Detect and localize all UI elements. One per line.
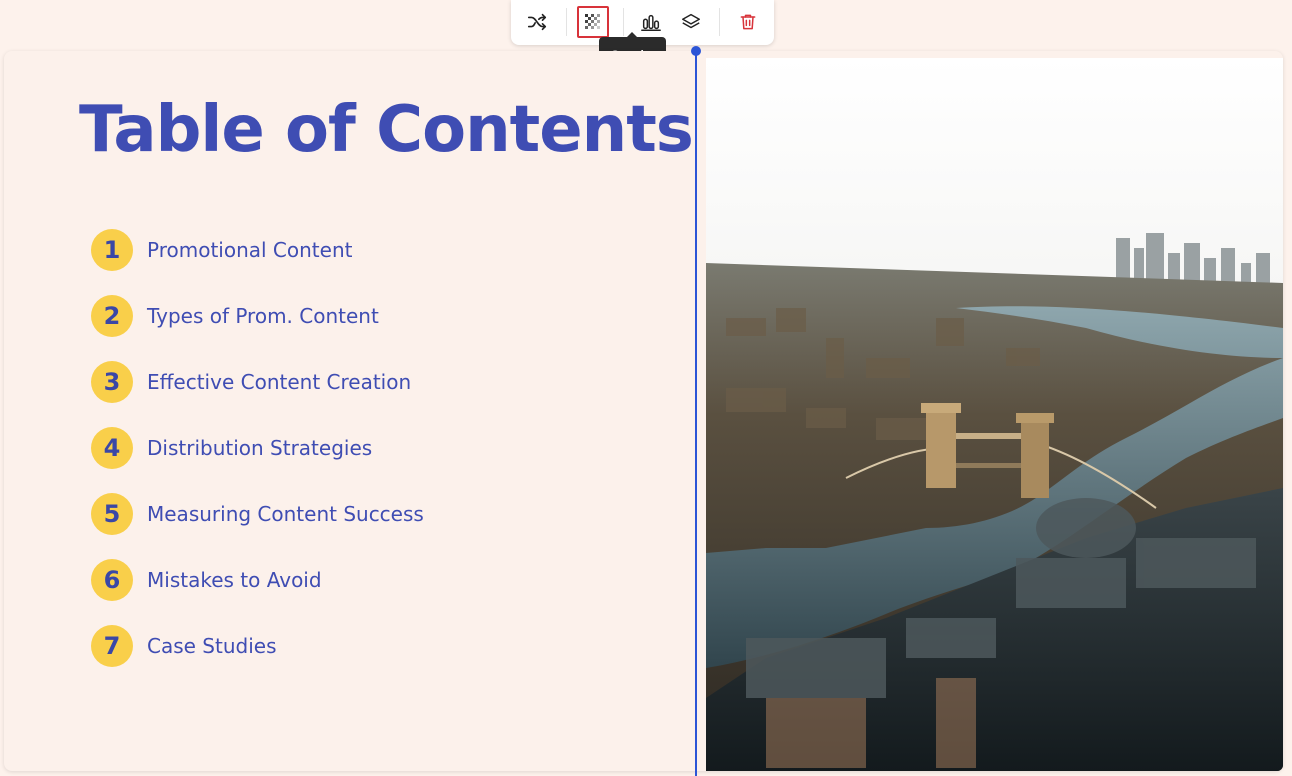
toc-number-badge: 1 — [91, 229, 133, 271]
selection-guide-line[interactable] — [695, 51, 697, 776]
toc-number-badge: 2 — [91, 295, 133, 337]
toolbar-separator — [566, 8, 567, 36]
toc-item-label: Promotional Content — [147, 238, 353, 262]
toc-number-badge: 4 — [91, 427, 133, 469]
toc-item-label: Case Studies — [147, 634, 277, 658]
toc-item-label: Distribution Strategies — [147, 436, 373, 460]
toc-item-label: Effective Content Creation — [147, 370, 412, 394]
align-bottom-icon — [641, 14, 661, 31]
guide-handle[interactable] — [691, 46, 701, 56]
opacity-icon — [585, 14, 600, 29]
toc-item[interactable]: 5 Measuring Content Success — [91, 493, 424, 535]
delete-button[interactable] — [732, 6, 764, 38]
toc-number-badge: 5 — [91, 493, 133, 535]
slide-title[interactable]: Table of Contents — [79, 93, 694, 167]
trash-icon — [740, 14, 756, 30]
shuffle-button[interactable] — [521, 6, 553, 38]
layers-icon — [682, 13, 700, 29]
toc-list: 1 Promotional Content 2 Types of Prom. C… — [91, 229, 424, 691]
city-photo-graphic — [706, 58, 1283, 771]
toc-item-label: Measuring Content Success — [147, 502, 424, 526]
toc-item-label: Types of Prom. Content — [147, 304, 379, 328]
toc-item-label: Mistakes to Avoid — [147, 568, 322, 592]
toc-number-badge: 3 — [91, 361, 133, 403]
toolbar-separator — [623, 8, 624, 36]
toc-item[interactable]: 7 Case Studies — [91, 625, 424, 667]
toc-item[interactable]: 3 Effective Content Creation — [91, 361, 424, 403]
toc-item[interactable]: 1 Promotional Content — [91, 229, 424, 271]
toolbar-separator — [719, 8, 720, 36]
layers-button[interactable] — [675, 6, 707, 38]
align-button[interactable] — [635, 6, 667, 38]
toc-number-badge: 6 — [91, 559, 133, 601]
toc-number-badge: 7 — [91, 625, 133, 667]
toc-item[interactable]: 6 Mistakes to Avoid — [91, 559, 424, 601]
toc-item[interactable]: 2 Types of Prom. Content — [91, 295, 424, 337]
city-photo[interactable] — [706, 58, 1283, 771]
shuffle-icon — [527, 13, 547, 31]
opacity-button[interactable] — [577, 6, 609, 38]
toc-item[interactable]: 4 Distribution Strategies — [91, 427, 424, 469]
